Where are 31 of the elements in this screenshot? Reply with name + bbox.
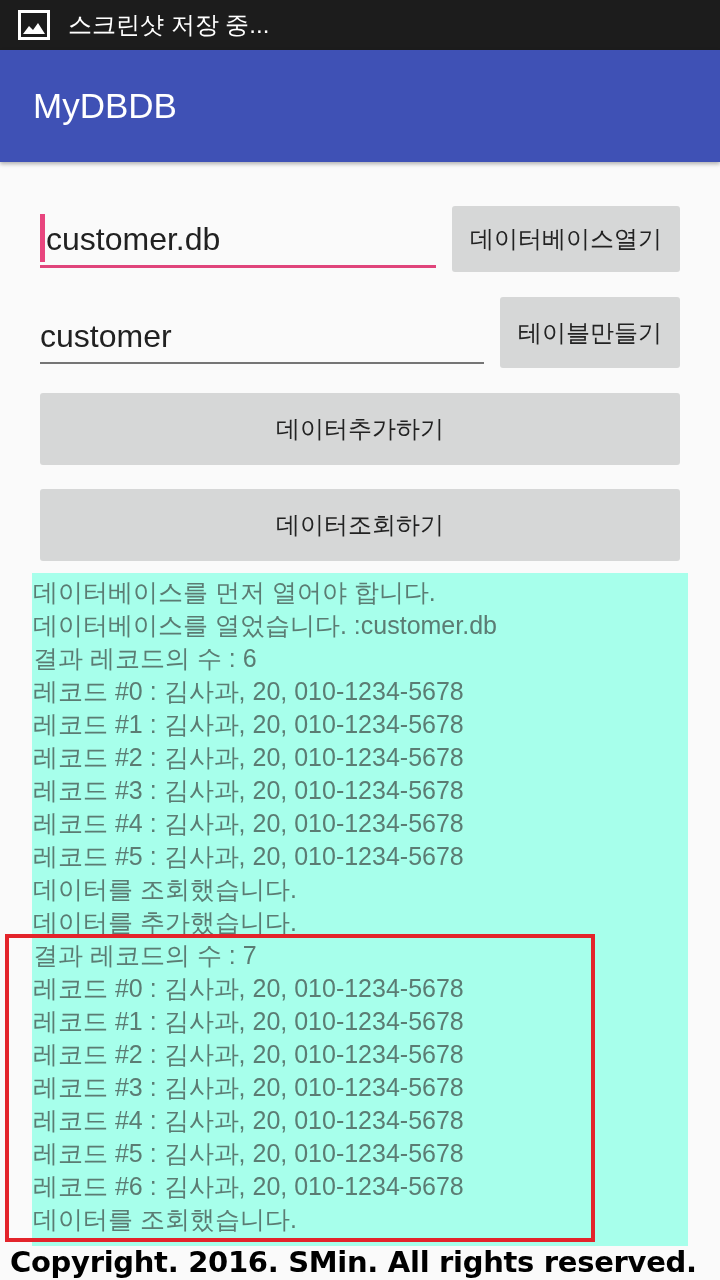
log-line: 데이터를 추가했습니다.: [33, 907, 297, 938]
log-line: 레코드 #0 : 김사과, 20, 010-1234-5678: [33, 676, 464, 707]
app-title: MyDBDB: [33, 86, 177, 126]
log-line: 레코드 #3 : 김사과, 20, 010-1234-5678: [33, 775, 464, 806]
log-line: 데이터를 조회했습니다.: [33, 874, 297, 905]
log-line: 데이터베이스를 먼저 열어야 합니다.: [33, 577, 436, 608]
image-icon: [18, 10, 50, 40]
action-button[interactable]: 테이블만들기: [500, 297, 680, 368]
log-line: 레코드 #0 : 김사과, 20, 010-1234-5678: [33, 973, 464, 1004]
log-line: 레코드 #5 : 김사과, 20, 010-1234-5678: [33, 841, 464, 872]
log-line: 결과 레코드의 수 : 6: [33, 643, 257, 674]
log-line: 레코드 #1 : 김사과, 20, 010-1234-5678: [33, 709, 464, 740]
log-line: 레코드 #2 : 김사과, 20, 010-1234-5678: [33, 742, 464, 773]
log-line: 레코드 #4 : 김사과, 20, 010-1234-5678: [33, 808, 464, 839]
log-line: 데이터를 조회했습니다.: [33, 1204, 297, 1235]
log-line: 레코드 #4 : 김사과, 20, 010-1234-5678: [33, 1105, 464, 1136]
text-cursor: [40, 214, 45, 262]
log-line: 결과 레코드의 수 : 7: [33, 940, 257, 971]
notification-text: 스크린샷 저장 중...: [68, 10, 270, 40]
log-line: 레코드 #6 : 김사과, 20, 010-1234-5678: [33, 1171, 464, 1202]
log-line: 레코드 #5 : 김사과, 20, 010-1234-5678: [33, 1138, 464, 1169]
log-line: 데이터베이스를 열었습니다. :customer.db: [33, 610, 497, 641]
copyright-caption: Copyright. 2016. SMin. All rights reserved.: [10, 1246, 697, 1279]
action-button[interactable]: 데이터베이스열기: [452, 206, 680, 272]
log-line: 레코드 #1 : 김사과, 20, 010-1234-5678: [33, 1006, 464, 1037]
text-field[interactable]: customer.db: [40, 214, 436, 268]
log-line: 레코드 #3 : 김사과, 20, 010-1234-5678: [33, 1072, 464, 1103]
log-line: 레코드 #2 : 김사과, 20, 010-1234-5678: [33, 1039, 464, 1070]
action-button[interactable]: 데이터조회하기: [40, 489, 680, 561]
text-field[interactable]: customer: [40, 316, 484, 364]
action-button[interactable]: 데이터추가하기: [40, 393, 680, 465]
